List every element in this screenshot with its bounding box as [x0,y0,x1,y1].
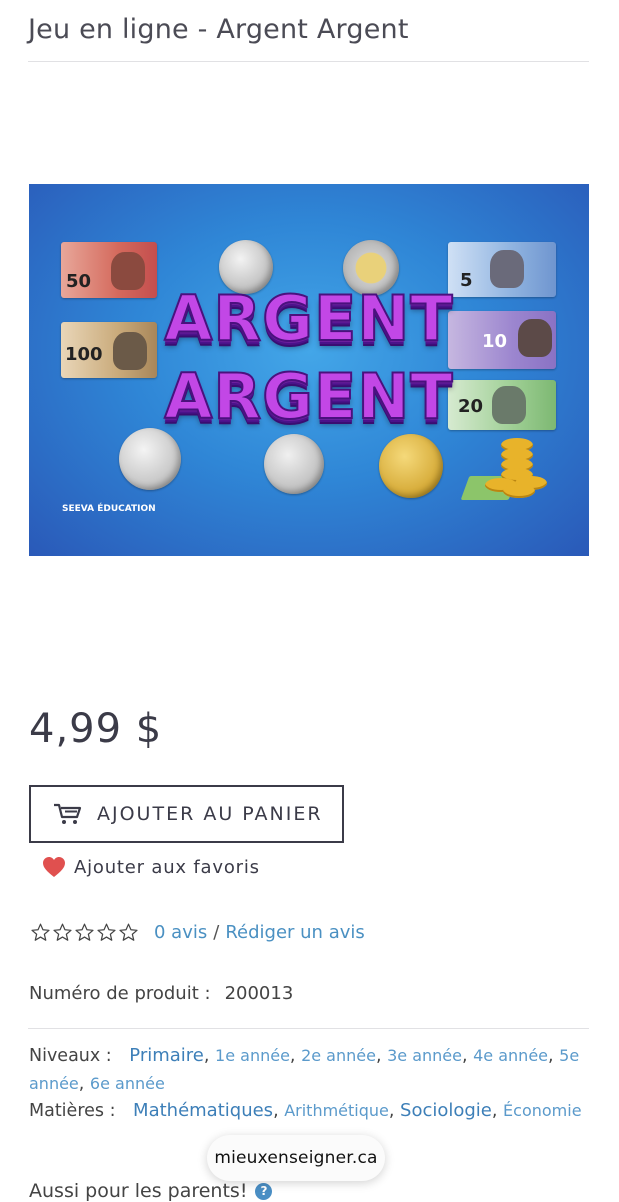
level-link[interactable]: 2e année [301,1046,376,1065]
subjects-label: Matières : [29,1101,116,1121]
subject-link[interactable]: Mathématiques [133,1100,273,1121]
title-divider [28,61,589,62]
star-outline-icon [119,923,138,941]
coin-nickel [264,434,324,494]
level-link[interactable]: 4e année [473,1046,548,1065]
add-to-favorites-link[interactable]: Ajouter aux favoris [42,856,260,878]
star-outline-icon [75,923,94,941]
add-to-favorites-label: Ajouter aux favoris [74,856,260,878]
product-number: Numéro de produit : 200013 [29,983,293,1004]
subject-link[interactable]: Arithmétique [284,1101,389,1120]
add-to-cart-label: AJOUTER AU PANIER [97,803,323,825]
coin-stack [460,424,547,504]
subject-link[interactable]: Économie [503,1101,582,1120]
coin-loonie [379,434,443,498]
product-image[interactable]: 50 100 5 10 20 ARGENT ARGENT SEEVA ÉDUCA… [29,184,589,556]
star-outline-icon [97,923,116,941]
add-to-cart-button[interactable]: AJOUTER AU PANIER [29,785,344,843]
question-circle-icon[interactable]: ? [255,1182,273,1200]
star-rating[interactable] [30,922,140,943]
subject-link[interactable]: Sociologie [400,1100,492,1121]
heart-icon [43,857,65,877]
product-number-value: 200013 [224,983,294,1004]
coin-quarter [119,428,181,490]
banner-line-1: ARGENT [163,281,454,356]
level-link[interactable]: 1e année [215,1046,290,1065]
levels-row: Niveaux : Primaire, 1e année, 2e année, … [29,1045,580,1094]
cart-icon [54,803,82,824]
section-divider [28,1028,589,1029]
rating-separator: / [213,922,220,943]
star-outline-icon [31,923,50,941]
levels-label: Niveaux : [29,1046,112,1066]
product-number-label: Numéro de produit : [29,983,211,1004]
page-title: Jeu en ligne - Argent Argent [28,14,409,45]
reviews-count-link[interactable]: 0 avis [154,922,207,943]
product-price: 4,99 $ [29,706,163,752]
parents-text: Aussi pour les parents! [29,1180,248,1202]
star-outline-icon [53,923,72,941]
parents-note: Aussi pour les parents! ? [29,1180,273,1202]
banner-line-2: ARGENT [163,359,454,434]
write-review-link[interactable]: Rédiger un avis [225,922,364,943]
rating-row: 0 avis / Rédiger un avis [30,922,365,943]
site-url-pill[interactable]: mieuxenseigner.ca [207,1135,385,1181]
level-link[interactable]: 6e année [90,1074,165,1093]
level-link[interactable]: Primaire [129,1045,204,1066]
banner-credit: SEEVA ÉDUCATION [62,504,156,514]
level-link[interactable]: 3e année [387,1046,462,1065]
subjects-row: Matières : Mathématiques, Arithmétique, … [29,1100,582,1121]
